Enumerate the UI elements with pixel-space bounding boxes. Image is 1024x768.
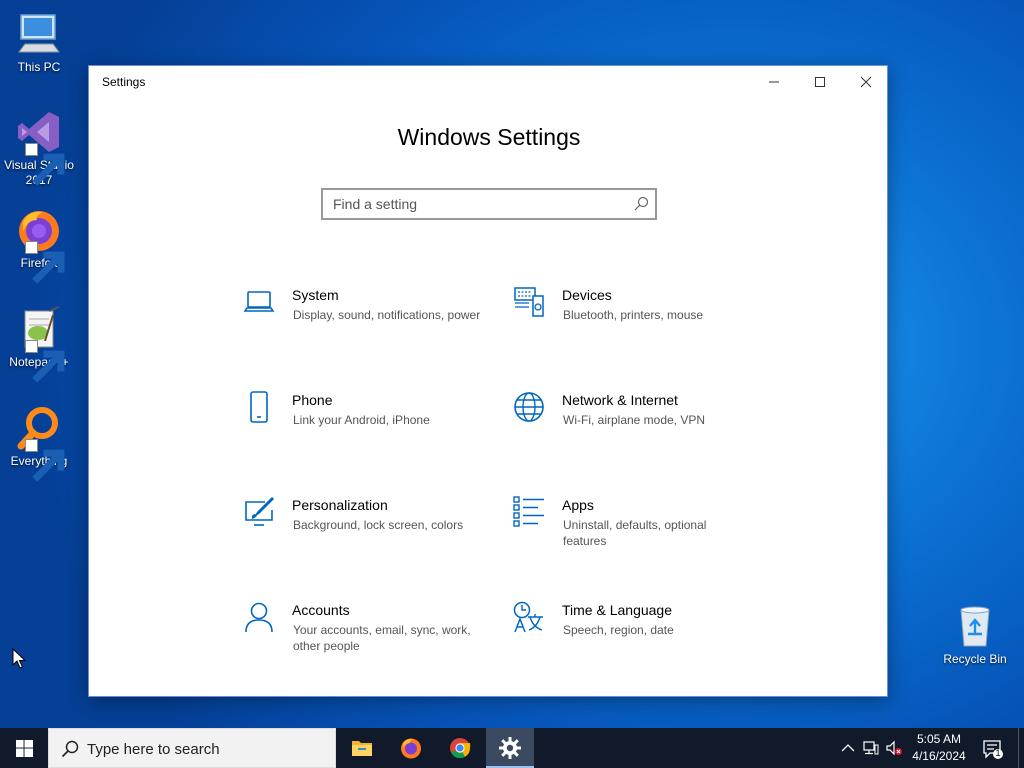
start-button[interactable]	[0, 728, 48, 768]
desktop-icon-firefox[interactable]: Firefox	[0, 206, 78, 284]
devices-icon	[513, 286, 545, 318]
tile-description: Your accounts, email, sync, work, other …	[293, 623, 471, 653]
taskbar-search-box[interactable]	[48, 728, 336, 768]
system-clock[interactable]: 5:05 AM 4/16/2024	[904, 731, 974, 765]
tile-description: Speech, region, date	[563, 623, 674, 637]
phone-icon	[243, 391, 275, 423]
notepad-plus-plus-icon	[15, 305, 65, 383]
firefox-icon	[401, 738, 421, 759]
title-bar[interactable]: Settings	[89, 66, 887, 98]
maximize-icon	[815, 77, 825, 87]
minimize-icon	[769, 81, 779, 83]
taskbar-search-input[interactable]	[87, 737, 327, 761]
find-setting-search-box[interactable]	[321, 188, 657, 220]
desktop-icon-notepad-plus-plus[interactable]: Notepad++	[0, 305, 78, 383]
tile-description: Display, sound, notifications, power	[293, 308, 481, 322]
show-desktop-button[interactable]	[1018, 728, 1024, 768]
globe-icon	[513, 391, 545, 423]
tile-description: Bluetooth, printers, mouse	[563, 308, 704, 322]
settings-tile-system[interactable]: System Display, sound, notifications, po…	[243, 286, 493, 356]
folder-icon	[352, 741, 372, 756]
minimize-button[interactable]	[751, 66, 797, 98]
firefox-icon	[15, 206, 65, 284]
network-icon[interactable]	[863, 740, 879, 756]
mouse-cursor-icon	[12, 648, 26, 669]
taskbar-file-explorer[interactable]	[338, 728, 386, 768]
settings-tile-apps[interactable]: Apps Uninstall, defaults, optional featu…	[513, 496, 763, 566]
taskbar-settings[interactable]	[486, 728, 534, 768]
tile-name: Network & Internet	[562, 392, 678, 408]
settings-tile-accounts[interactable]: Accounts Your accounts, email, sync, wor…	[243, 601, 493, 671]
find-setting-input[interactable]	[323, 190, 613, 218]
taskbar-firefox[interactable]	[387, 728, 435, 768]
apps-list-icon	[513, 496, 545, 528]
tile-description: Link your Android, iPhone	[293, 413, 430, 427]
visual-studio-icon	[15, 108, 65, 186]
search-icon[interactable]	[633, 196, 649, 212]
shortcut-arrow-icon	[25, 241, 65, 284]
settings-window: Settings Windows Settings System Display…	[88, 65, 888, 697]
tile-name: Accounts	[292, 602, 350, 618]
window-title: Settings	[102, 75, 146, 89]
notification-count-badge: 1	[995, 748, 1001, 758]
tile-description: Uninstall, defaults, optional features	[563, 518, 707, 548]
recycle-bin-icon	[951, 602, 999, 650]
tile-name: Devices	[562, 287, 612, 303]
settings-tile-phone[interactable]: Phone Link your Android, iPhone	[243, 391, 493, 461]
shortcut-arrow-icon	[25, 340, 65, 383]
tile-name: System	[292, 287, 339, 303]
close-icon	[860, 76, 872, 88]
laptop-icon	[243, 286, 275, 318]
maximize-button[interactable]	[797, 66, 843, 98]
chevron-up-icon[interactable]	[840, 740, 856, 756]
taskbar: 5:05 AM 4/16/2024 1	[0, 728, 1024, 768]
search-icon	[61, 740, 79, 758]
tile-name: Personalization	[292, 497, 388, 513]
desktop-icon-visual-studio[interactable]: Visual Studio 2017	[0, 108, 78, 188]
settings-tile-personalization[interactable]: Personalization Background, lock screen,…	[243, 496, 493, 566]
settings-tile-network[interactable]: Network & Internet Wi-Fi, airplane mode,…	[513, 391, 763, 461]
desktop-icon-recycle-bin[interactable]: Recycle Bin	[936, 602, 1014, 667]
taskbar-chrome[interactable]	[436, 728, 484, 768]
windows-logo-icon	[15, 739, 33, 757]
shortcut-arrow-icon	[25, 143, 65, 186]
desktop-icon-this-pc[interactable]: This PC	[0, 10, 78, 75]
desktop-icon-everything[interactable]: Everything	[0, 404, 78, 482]
clock-time: 5:05 AM	[916, 732, 962, 746]
tile-name: Apps	[562, 497, 594, 513]
settings-tile-devices[interactable]: Devices Bluetooth, printers, mouse	[513, 286, 763, 356]
speaker-muted-icon[interactable]	[886, 740, 902, 756]
gear-icon	[499, 737, 521, 759]
tile-description: Background, lock screen, colors	[293, 518, 464, 532]
this-pc-icon	[15, 10, 63, 58]
desktop-icon-label: This PC	[17, 60, 61, 74]
tile-name: Phone	[292, 392, 333, 408]
action-center-button[interactable]: 1	[982, 738, 1004, 760]
tile-description: Wi-Fi, airplane mode, VPN	[563, 413, 706, 427]
everything-search-icon	[15, 404, 65, 482]
shortcut-arrow-icon	[25, 439, 65, 482]
tile-name: Time & Language	[562, 602, 672, 618]
time-language-icon	[513, 601, 545, 633]
chrome-icon	[450, 738, 471, 759]
paint-icon	[243, 496, 275, 528]
desktop-icon-label: Recycle Bin	[943, 652, 1007, 666]
page-title: Windows Settings	[397, 124, 581, 150]
person-icon	[243, 601, 275, 633]
clock-date: 4/16/2024	[912, 749, 966, 763]
settings-tile-time-language[interactable]: Time & Language Speech, region, date	[513, 601, 763, 671]
close-button[interactable]	[843, 66, 889, 98]
